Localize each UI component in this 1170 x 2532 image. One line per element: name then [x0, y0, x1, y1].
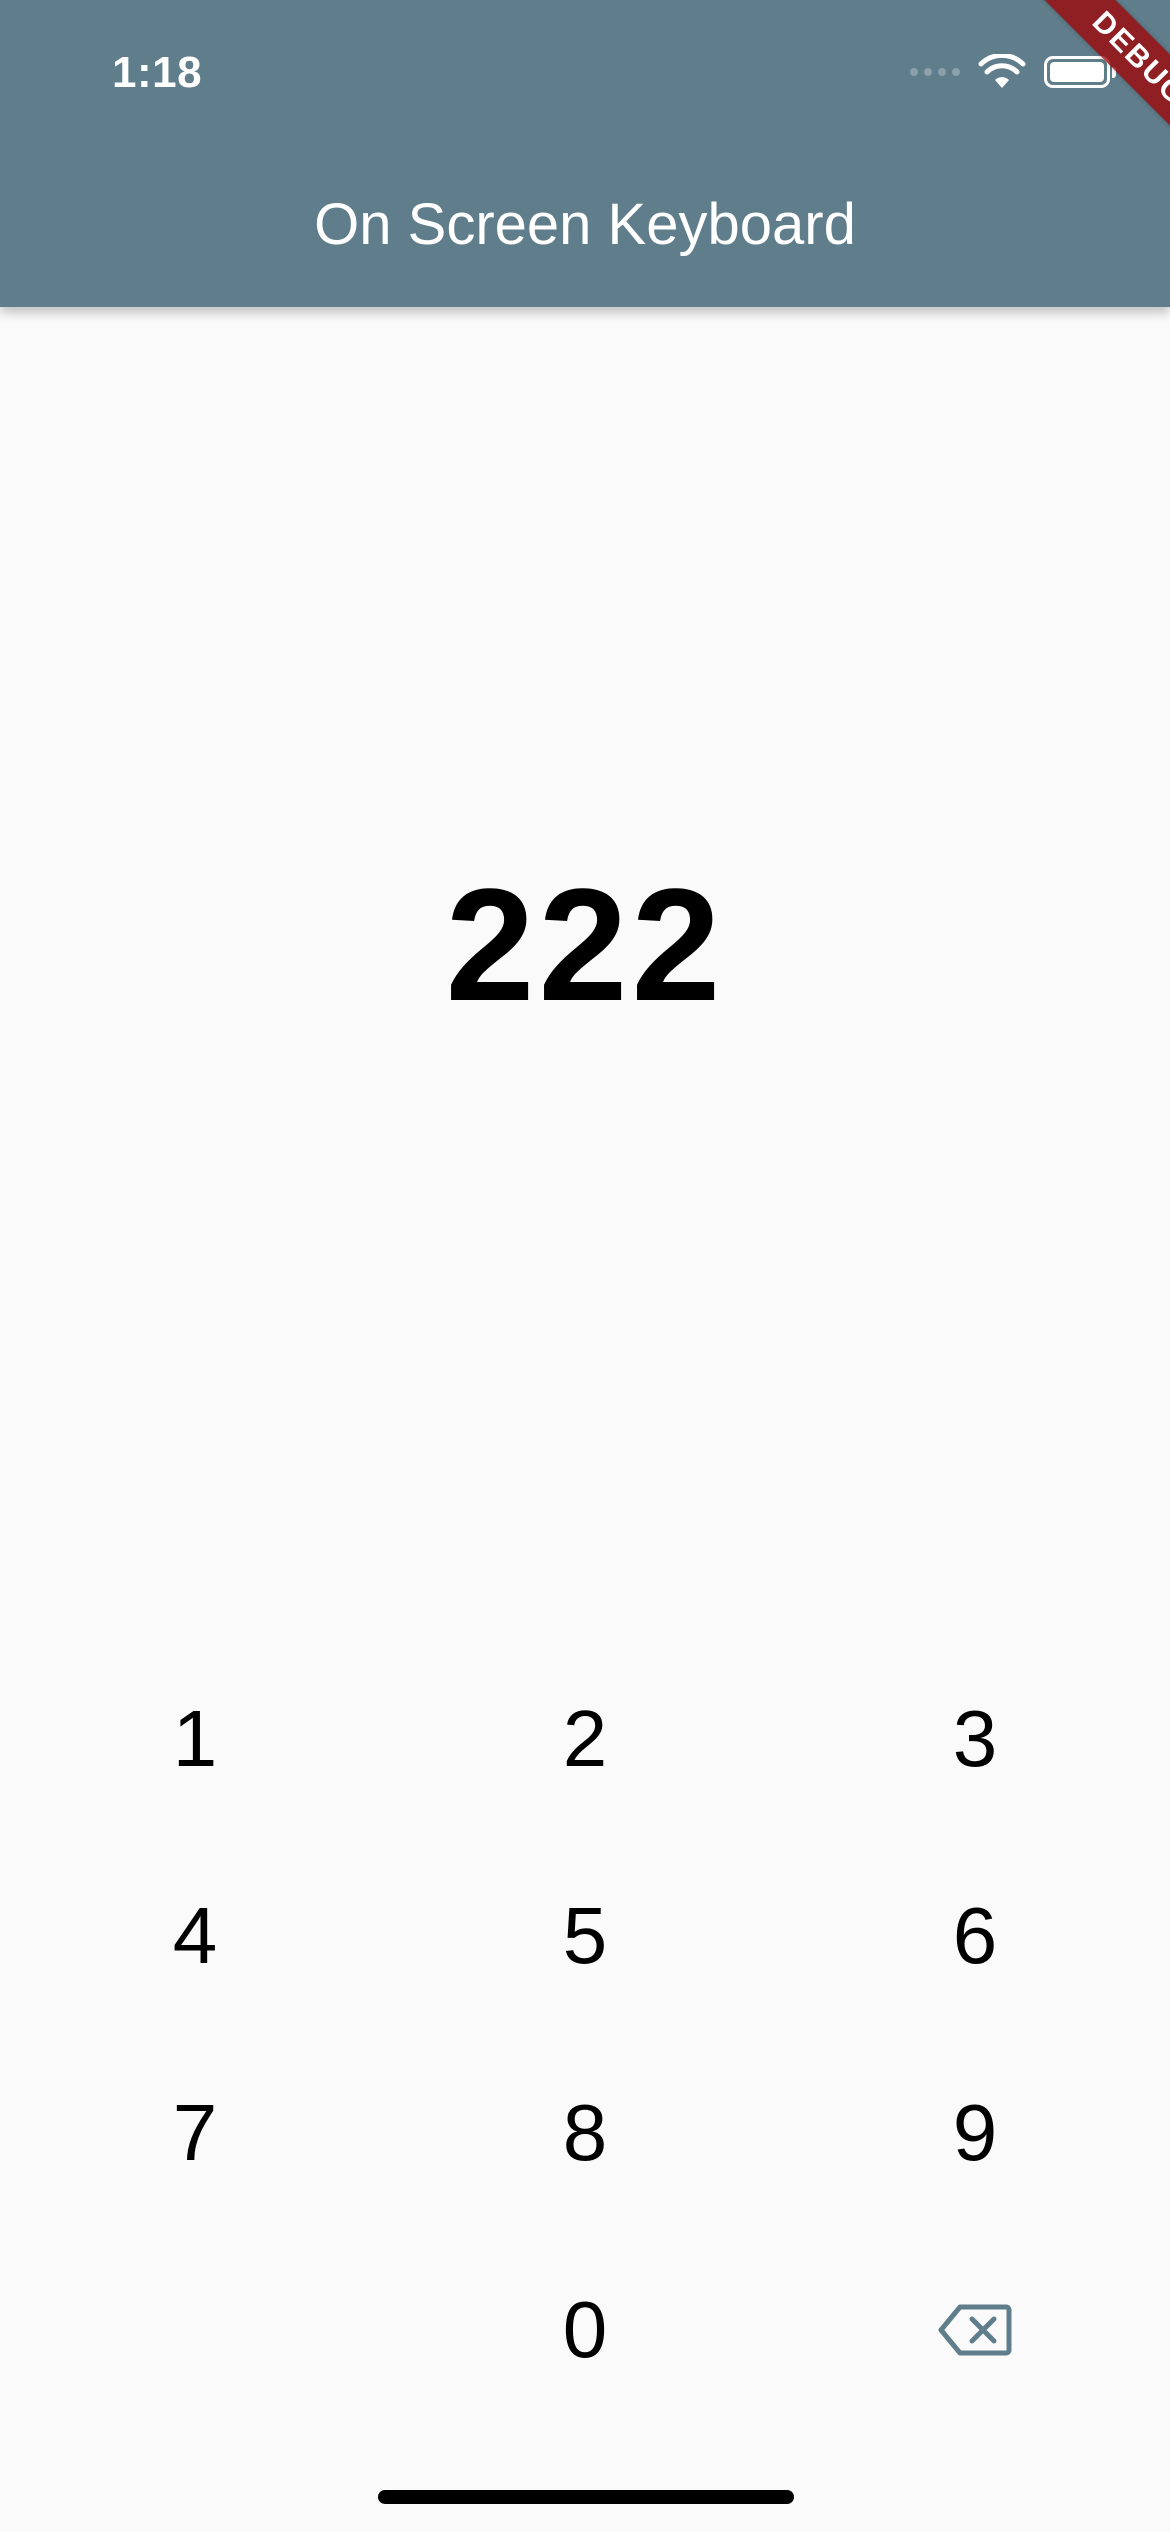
key-7[interactable]: 7	[0, 2034, 390, 2231]
key-6[interactable]: 6	[780, 1837, 1170, 2034]
screen: 1:18 On Screen Keyboard DEBUG 222 1 2 3 …	[0, 0, 1170, 2532]
key-1[interactable]: 1	[0, 1640, 390, 1837]
key-9[interactable]: 9	[780, 2034, 1170, 2231]
key-2[interactable]: 2	[390, 1640, 780, 1837]
keypad-row: 7 8 9	[0, 2034, 1170, 2231]
battery-icon	[1044, 56, 1116, 88]
backspace-button[interactable]	[780, 2231, 1170, 2428]
keypad-row: 0	[0, 2231, 1170, 2428]
app-bar: 1:18 On Screen Keyboard	[0, 0, 1170, 307]
keypad-row: 4 5 6	[0, 1837, 1170, 2034]
key-4[interactable]: 4	[0, 1837, 390, 2034]
keypad-row: 1 2 3	[0, 1640, 1170, 1837]
wifi-icon	[978, 54, 1026, 90]
backspace-icon	[938, 2303, 1012, 2357]
key-0[interactable]: 0	[390, 2231, 780, 2428]
key-empty	[0, 2231, 390, 2428]
page-title: On Screen Keyboard	[314, 192, 856, 257]
status-icons	[910, 52, 1116, 92]
key-3[interactable]: 3	[780, 1640, 1170, 1837]
cellular-signal-icon	[910, 68, 960, 76]
home-indicator[interactable]	[378, 2490, 794, 2504]
key-8[interactable]: 8	[390, 2034, 780, 2231]
entered-value: 222	[445, 855, 725, 1034]
key-5[interactable]: 5	[390, 1837, 780, 2034]
keypad: 1 2 3 4 5 6 7 8 9 0	[0, 1640, 1170, 2428]
status-time: 1:18	[112, 48, 203, 97]
